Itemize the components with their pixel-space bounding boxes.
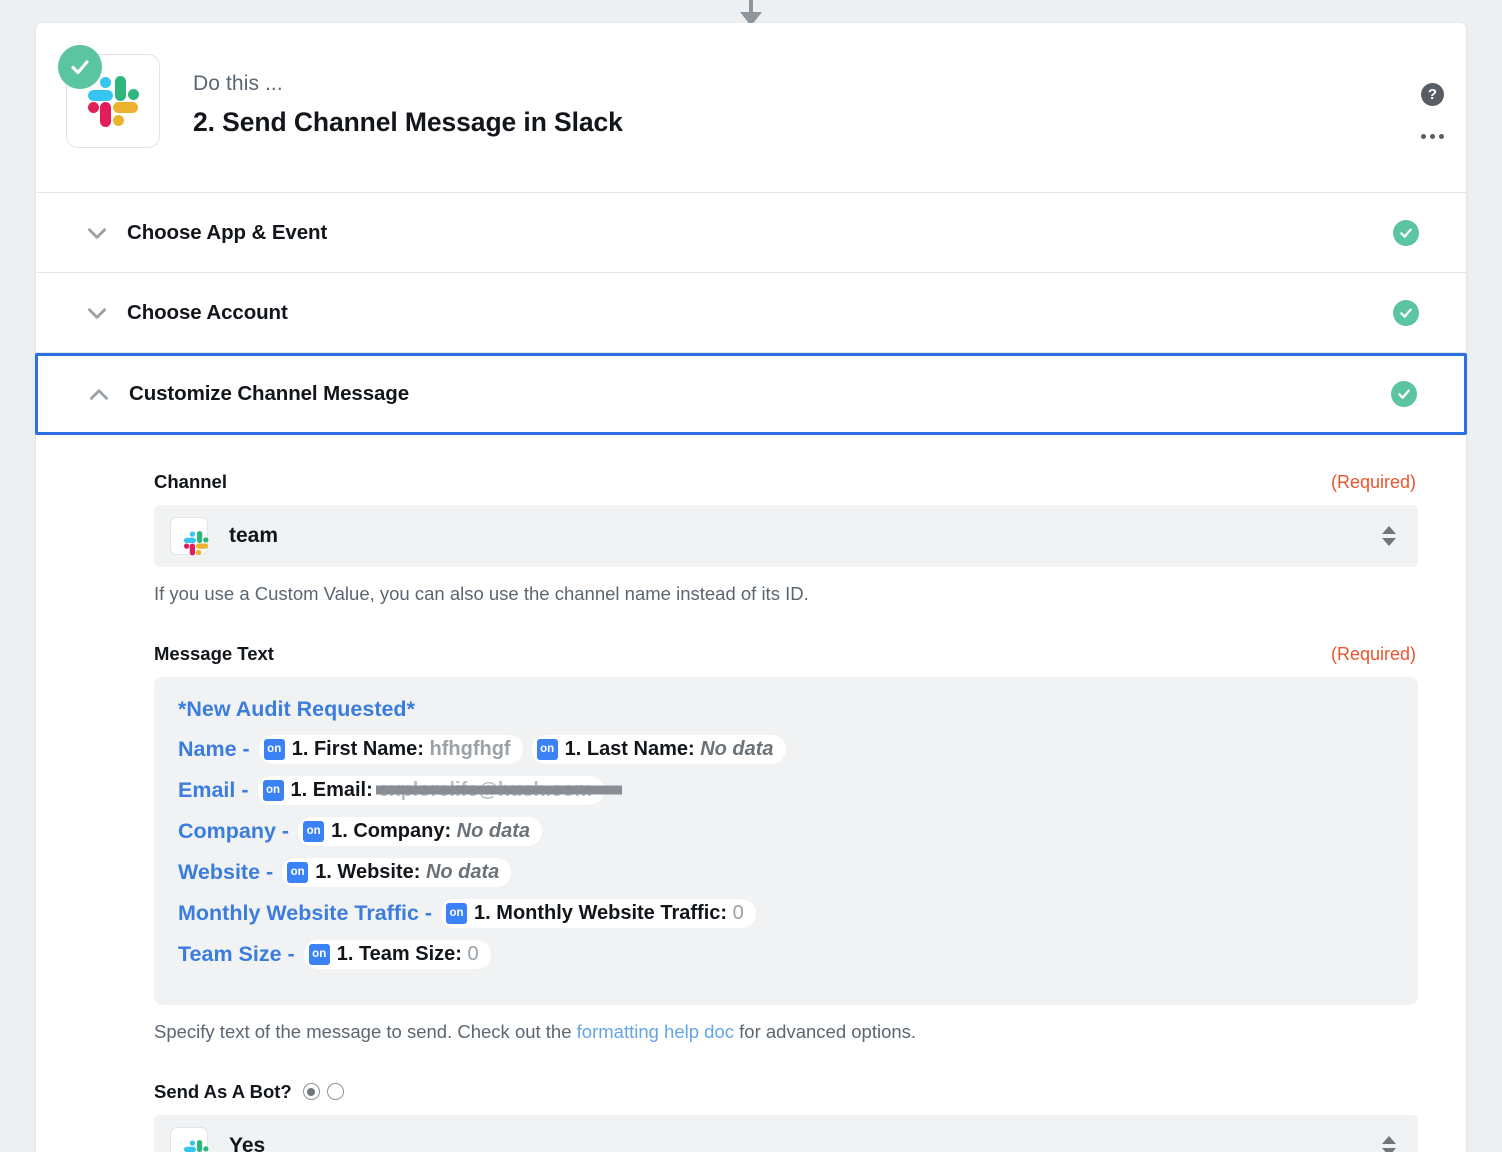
section-status-check-icon [1393,299,1419,326]
chevron-down-icon [84,300,114,326]
token-field-name: 1. First Name: [291,737,430,760]
chevron-up-icon [86,381,116,407]
message-line: Company - on 1. Company: No data [178,815,1394,848]
message-line-label: Team Size - [178,941,295,966]
help-icon[interactable]: ? [1421,83,1444,106]
field-label: Message Text [154,642,274,664]
token-value: hfhgfhgf [429,737,511,760]
message-token[interactable]: on 1. First Name: hfhgfhgf [258,734,523,764]
send-as-bot-select[interactable]: Yes [154,1114,1418,1152]
action-step-card: Do this ... 2. Send Channel Message in S… [35,23,1467,1152]
token-value: 0 [467,942,479,965]
radio-option-custom[interactable] [326,1083,344,1101]
message-token[interactable]: on 1. Team Size: 0 [303,939,491,969]
more-options-icon[interactable] [1421,134,1444,139]
message-line-label: Email - [178,777,249,802]
message-text-help: Specify text of the message to send. Che… [154,1020,1418,1045]
send-as-bot-radio-group[interactable] [302,1083,344,1101]
message-lines: Name - on 1. First Name: hfhgfhgf on 1. Last… [178,733,1394,971]
field-label-row: Channel (Required) [84,471,1418,505]
field-send-as-bot: Send As A Bot? Yes [84,1081,1418,1152]
radio-option-dropdown[interactable] [302,1083,320,1101]
channel-select-value: team [229,524,279,547]
token-field-name: 1. Company: [331,819,457,842]
step-eyebrow: Do this ... [193,72,283,95]
message-line-label: Website - [178,859,274,884]
message-line-label: Company - [178,818,290,843]
required-badge: (Required) [1330,472,1416,492]
message-token[interactable]: on 1. Company: No data [298,816,543,846]
zap-editor-page: Do this ... 2. Send Channel Message in S… [0,0,1502,1152]
message-line: Team Size - on 1. Team Size: 0 [178,938,1394,971]
required-badge: (Required) [1330,643,1416,664]
slack-app-icon-small [170,517,208,555]
page-title: 2. Send Channel Message in Slack [193,107,623,137]
token-field-name: 1. Team Size: [336,942,468,965]
field-label: Channel [154,471,227,492]
field-label: Send As A Bot? [154,1080,292,1102]
token-field-name: 1. Email: [290,778,379,801]
select-spinner-icon[interactable] [1382,526,1396,546]
section-choose-app-event[interactable]: Choose App & Event [36,193,1466,273]
message-line: Name - on 1. First Name: hfhgfhgf on 1. Last… [178,733,1394,766]
on-badge-icon: on [303,820,325,842]
customize-channel-message-body: Channel (Required) team If you use a Cus… [36,435,1466,1152]
step-header-text: Do this ... 2. Send Channel Message in S… [162,45,623,138]
on-badge-icon: on [536,738,558,760]
message-token[interactable]: on 1. Email: explorelife@hush.com [257,775,605,805]
message-help-prefix: Specify text of the message to send. Che… [154,1020,577,1042]
field-label-row: Message Text (Required) [84,643,1418,677]
header-actions: ? [1421,83,1444,139]
token-value: explorelife@hush.com [378,778,593,801]
chevron-down-icon [84,220,114,246]
slack-app-icon-small [170,1126,208,1152]
on-badge-icon: on [308,943,330,965]
section-customize-channel-message[interactable]: Customize Channel Message [35,353,1467,435]
formatting-help-doc-link[interactable]: formatting help doc [577,1021,734,1042]
on-badge-icon: on [446,902,468,924]
section-label: Choose App & Event [127,220,328,244]
section-status-check-icon [1391,381,1417,407]
message-line-label: Name - [178,736,250,761]
message-line-label: Monthly Website Traffic - [178,900,433,925]
on-badge-icon: on [262,779,284,801]
section-choose-account[interactable]: Choose Account [36,273,1466,353]
step-status-check-icon [58,45,102,89]
field-channel: Channel (Required) team If you use a Cus… [84,471,1418,607]
message-token[interactable]: on 1. Website: No data [282,857,512,887]
token-field-name: 1. Monthly Website Traffic: [474,901,733,924]
message-title-line: *New Audit Requested* [178,696,415,721]
token-value: No data [456,819,531,842]
section-status-check-icon [1393,219,1419,246]
message-text-editor[interactable]: *New Audit Requested* Name - on 1. First N… [154,676,1418,1005]
slack-icon [183,530,208,555]
channel-select[interactable]: team [154,505,1418,567]
message-token[interactable]: on 1. Monthly Website Traffic: 0 [441,898,756,928]
select-spinner-icon[interactable] [1382,1135,1396,1152]
slack-icon [183,1140,208,1152]
send-as-bot-value: Yes [229,1133,266,1152]
channel-help-text: If you use a Custom Value, you can also … [154,583,809,604]
app-icon-wrap [58,45,162,148]
token-field-name: 1. Last Name: [564,737,701,760]
token-value: No data [700,737,774,760]
message-token[interactable]: on 1. Last Name: No data [531,734,786,764]
field-message-text: Message Text (Required) *New Audit Reque… [84,643,1418,1045]
step-header: Do this ... 2. Send Channel Message in S… [36,23,1466,193]
token-field-name: 1. Website: [315,860,426,883]
on-badge-icon: on [287,861,309,883]
token-value: 0 [732,901,744,924]
section-label: Choose Account [127,300,288,324]
message-line: Monthly Website Traffic - on 1. Monthly We… [178,897,1394,930]
on-badge-icon: on [263,738,285,760]
message-line: Website - on 1. Website: No data [178,856,1394,889]
message-line: Email - on 1. Email: explorelife@hush.com [178,774,1394,807]
send-as-bot-label-row: Send As A Bot? [84,1081,1418,1115]
section-label: Customize Channel Message [129,382,410,405]
message-help-suffix: for advanced options. [734,1020,917,1042]
token-value: No data [425,860,500,883]
